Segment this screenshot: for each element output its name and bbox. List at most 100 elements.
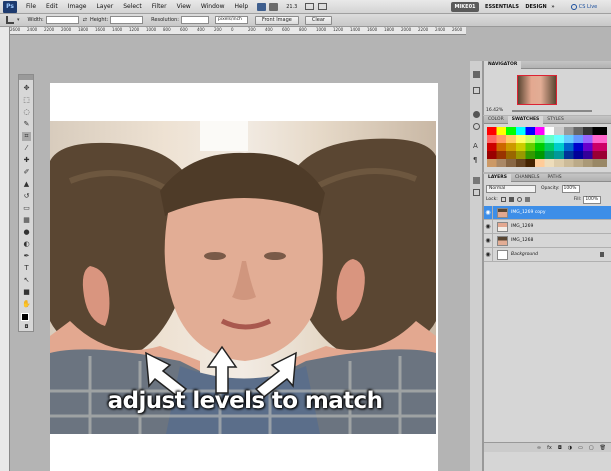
tab-styles[interactable]: STYLES [543,116,568,124]
menu-select[interactable]: Select [118,3,147,10]
adjustment-layer-icon[interactable]: ◑ [568,445,572,451]
workspace-essentials[interactable]: ESSENTIALS [483,2,521,12]
clone-source-panel-icon[interactable] [473,177,480,184]
visibility-eye-icon[interactable]: ◉ [484,206,493,220]
masks-panel-icon[interactable] [473,123,480,130]
move-tool-icon[interactable]: ✥ [22,84,31,93]
shape-tool-icon[interactable]: ■ [22,288,31,297]
lasso-tool-icon[interactable]: ◌ [22,108,31,117]
tab-layers[interactable]: LAYERS [484,174,511,182]
visibility-eye-icon[interactable]: ◉ [484,234,493,248]
adjustments-panel-icon[interactable] [473,111,480,118]
menu-help[interactable]: Help [230,3,254,10]
workspace-mike01[interactable]: MIKE01 [451,2,479,12]
front-image-button[interactable]: Front Image [255,16,299,25]
zoom-level[interactable]: 21.3 [286,4,297,10]
ruler-tick: 2000 [401,27,411,32]
tool-presets-panel-icon[interactable] [473,189,480,196]
crop-tool-icon[interactable]: ⌗ [22,132,31,141]
layer-name[interactable]: IMG_1269 [511,224,533,229]
clone-stamp-tool-icon[interactable]: ▲ [22,180,31,189]
blend-mode-select[interactable]: Normal [486,185,536,193]
new-layer-icon[interactable]: ▢ [589,445,594,451]
menu-filter[interactable]: Filter [147,3,172,10]
horizontal-ruler[interactable]: 2600 2400 2200 2000 1800 1600 1400 1200 … [10,27,466,35]
visibility-eye-icon[interactable]: ◉ [484,220,493,234]
eraser-tool-icon[interactable]: ▭ [22,204,31,213]
menu-image[interactable]: Image [63,3,92,10]
menu-layer[interactable]: Layer [91,3,118,10]
tab-paths[interactable]: PATHS [544,174,566,182]
tab-navigator[interactable]: NAVIGATOR [484,61,521,69]
tab-channels[interactable]: CHANNELS [511,174,544,182]
layer-name[interactable]: IMG_1269 copy [511,210,546,215]
hand-tool-icon[interactable]: ✋ [22,300,31,309]
pen-tool-icon[interactable]: ✒ [22,252,31,261]
crop-tool-icon[interactable] [6,16,14,24]
navigator-zoom-value[interactable]: 16.42% [486,108,503,113]
vertical-ruler[interactable] [0,27,10,471]
layer-name[interactable]: IMG_1268 [511,238,533,243]
lock-position-icon[interactable] [517,197,522,202]
ruler-tick: 1800 [384,27,394,32]
workspace-more-button[interactable]: » [549,2,557,12]
visibility-eye-icon[interactable]: ◉ [484,248,493,262]
gradient-tool-icon[interactable]: ▦ [22,216,31,225]
new-group-icon[interactable]: ▭ [578,445,583,451]
history-brush-tool-icon[interactable]: ↺ [22,192,31,201]
healing-brush-tool-icon[interactable]: ✚ [22,156,31,165]
history-panel-icon[interactable] [473,71,480,78]
resolution-field[interactable] [181,16,209,24]
blur-tool-icon[interactable]: ● [22,228,31,237]
link-layers-icon[interactable]: ∞ [537,445,541,451]
tab-swatches[interactable]: SWATCHES [508,116,544,124]
tools-panel-header[interactable] [19,75,33,80]
brush-tool-icon[interactable]: ✐ [22,168,31,177]
layer-row[interactable]: ◉ IMG_1269 copy [484,206,611,220]
opacity-field[interactable]: 100% [562,185,580,193]
menu-edit[interactable]: Edit [41,3,63,10]
ruler-tick: 1200 [129,27,139,32]
lock-pixels-icon[interactable] [509,197,514,202]
path-selection-tool-icon[interactable]: ↖ [22,276,31,285]
fill-field[interactable]: 100% [583,196,601,204]
clear-button[interactable]: Clear [305,16,332,25]
paragraph-panel-icon[interactable]: ¶ [473,157,480,164]
character-panel-icon[interactable]: A [473,143,480,150]
layer-row[interactable]: ◉ Background [484,248,611,262]
navigator-zoom-slider[interactable] [512,110,592,112]
tool-preset-dropdown-icon[interactable]: ▾ [17,17,20,23]
layer-style-icon[interactable]: fx [547,445,552,451]
navigator-preview[interactable] [517,75,557,105]
resolution-units-select[interactable]: pixels/inch [215,16,248,24]
screen-mode-icon[interactable] [318,3,327,10]
lock-all-icon[interactable] [525,197,530,202]
width-field[interactable] [46,16,79,24]
height-field[interactable] [110,16,143,24]
workspace-design[interactable]: DESIGN [524,2,548,12]
tab-color[interactable]: COLOR [484,116,508,124]
cs-live-button[interactable]: CS Live [566,2,602,12]
swap-icon[interactable]: ⇄ [83,17,87,23]
mini-bridge-icon[interactable] [269,3,278,11]
menu-window[interactable]: Window [196,3,230,10]
foreground-color-swatch[interactable] [21,313,29,321]
layer-name[interactable]: Background [511,252,538,257]
layer-row[interactable]: ◉ IMG_1269 [484,220,611,234]
actions-panel-icon[interactable] [473,87,480,94]
type-tool-icon[interactable]: T [22,264,31,273]
layer-row[interactable]: ◉ IMG_1268 [484,234,611,248]
delete-layer-icon[interactable]: 🗑 [600,445,606,451]
menu-view[interactable]: View [172,3,196,10]
dodge-tool-icon[interactable]: ◐ [22,240,31,249]
add-mask-icon[interactable]: ◘ [558,445,562,451]
marquee-tool-icon[interactable]: ⬚ [22,96,31,105]
quick-select-tool-icon[interactable]: ✎ [22,120,31,129]
swatches-grid[interactable] [487,127,607,167]
bridge-icon[interactable] [257,3,266,11]
quick-mask-icon[interactable]: ◘ [22,323,31,332]
menu-file[interactable]: File [21,3,41,10]
eyedropper-tool-icon[interactable]: ⁄ [22,144,31,153]
arrange-docs-icon[interactable] [305,3,314,10]
lock-transparency-icon[interactable] [501,197,506,202]
